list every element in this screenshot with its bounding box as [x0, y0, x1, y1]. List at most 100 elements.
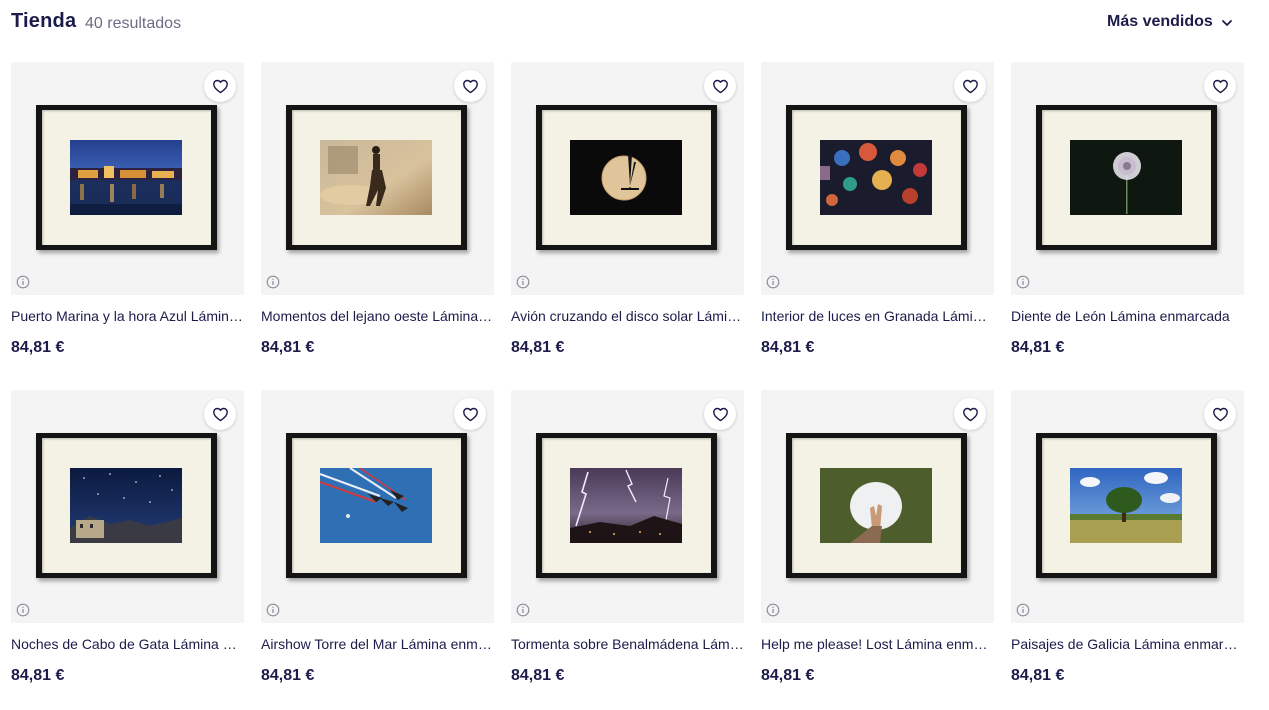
product-name[interactable]: Airshow Torre del Mar Lámina enmarcada — [261, 636, 494, 652]
favorite-button[interactable] — [1204, 70, 1236, 102]
product-price: 84,81 € — [1011, 339, 1065, 356]
favorite-button[interactable] — [454, 398, 486, 430]
product-card[interactable]: Diente de León Lámina enmarcada 84,81 € — [1011, 62, 1244, 390]
product-thumbnail[interactable] — [1011, 62, 1244, 295]
framed-print — [1036, 433, 1217, 578]
info-icon[interactable] — [766, 603, 780, 617]
product-price: 84,81 € — [261, 339, 315, 356]
info-icon[interactable] — [16, 603, 30, 617]
product-thumbnail[interactable] — [11, 390, 244, 623]
heart-icon — [212, 79, 228, 93]
print-mat — [1042, 438, 1211, 573]
product-photo — [820, 140, 932, 215]
framed-print — [286, 105, 467, 250]
product-name[interactable]: Interior de luces en Granada Lámina enma… — [761, 308, 994, 324]
favorite-button[interactable] — [1204, 398, 1236, 430]
product-name[interactable]: Diente de León Lámina enmarcada — [1011, 308, 1244, 324]
product-name[interactable]: Tormenta sobre Benalmádena Lámina enmarc… — [511, 636, 744, 652]
product-card[interactable]: Help me please! Lost Lámina enmarcada 84… — [761, 390, 994, 710]
product-card[interactable]: Airshow Torre del Mar Lámina enmarcada 8… — [261, 390, 494, 710]
sort-dropdown[interactable]: Más vendidos — [1107, 13, 1233, 31]
framed-print — [36, 105, 217, 250]
info-icon[interactable] — [266, 275, 280, 289]
heart-icon — [1212, 407, 1228, 421]
info-icon[interactable] — [516, 603, 530, 617]
heart-icon — [712, 407, 728, 421]
heart-icon — [462, 407, 478, 421]
print-mat — [292, 438, 461, 573]
product-price: 84,81 € — [11, 667, 65, 684]
framed-print — [36, 433, 217, 578]
product-price: 84,81 € — [511, 667, 565, 684]
favorite-button[interactable] — [704, 398, 736, 430]
print-mat — [42, 438, 211, 573]
info-icon[interactable] — [1016, 603, 1030, 617]
print-mat — [792, 110, 961, 245]
info-icon[interactable] — [16, 275, 30, 289]
page-title: Tienda — [11, 10, 77, 32]
favorite-button[interactable] — [704, 70, 736, 102]
product-thumbnail[interactable] — [261, 390, 494, 623]
product-price: 84,81 € — [761, 667, 815, 684]
print-mat — [542, 110, 711, 245]
heart-icon — [1212, 79, 1228, 93]
info-icon[interactable] — [516, 275, 530, 289]
product-photo — [320, 140, 432, 215]
product-price: 84,81 € — [761, 339, 815, 356]
print-mat — [1042, 110, 1211, 245]
info-icon[interactable] — [1016, 275, 1030, 289]
product-name[interactable]: Help me please! Lost Lámina enmarcada — [761, 636, 994, 652]
framed-print — [286, 433, 467, 578]
favorite-button[interactable] — [204, 70, 236, 102]
favorite-button[interactable] — [204, 398, 236, 430]
print-mat — [542, 438, 711, 573]
favorite-button[interactable] — [454, 70, 486, 102]
product-thumbnail[interactable] — [511, 390, 744, 623]
product-thumbnail[interactable] — [1011, 390, 1244, 623]
product-name[interactable]: Momentos del lejano oeste Lámina enmarca… — [261, 308, 494, 324]
product-thumbnail[interactable] — [11, 62, 244, 295]
print-mat — [792, 438, 961, 573]
product-grid: Puerto Marina y la hora Azul Lámina enma… — [11, 62, 1244, 710]
product-name[interactable]: Avión cruzando el disco solar Lámina enm… — [511, 308, 744, 324]
product-thumbnail[interactable] — [511, 62, 744, 295]
product-thumbnail[interactable] — [761, 62, 994, 295]
product-card[interactable]: Puerto Marina y la hora Azul Lámina enma… — [11, 62, 244, 390]
product-card[interactable]: Noches de Cabo de Gata Lámina enmarcada … — [11, 390, 244, 710]
heart-icon — [962, 407, 978, 421]
info-icon[interactable] — [266, 603, 280, 617]
heart-icon — [212, 407, 228, 421]
product-card[interactable]: Interior de luces en Granada Lámina enma… — [761, 62, 994, 390]
product-name[interactable]: Paisajes de Galicia Lámina enmarcada — [1011, 636, 1244, 652]
print-mat — [292, 110, 461, 245]
product-photo — [70, 140, 182, 215]
sort-label: Más vendidos — [1107, 13, 1213, 30]
product-card[interactable]: Paisajes de Galicia Lámina enmarcada 84,… — [1011, 390, 1244, 710]
favorite-button[interactable] — [954, 70, 986, 102]
favorite-button[interactable] — [954, 398, 986, 430]
heart-icon — [462, 79, 478, 93]
product-photo — [820, 468, 932, 543]
heart-icon — [712, 79, 728, 93]
heart-icon — [962, 79, 978, 93]
chevron-down-icon — [1221, 20, 1232, 26]
product-card[interactable]: Avión cruzando el disco solar Lámina enm… — [511, 62, 744, 390]
product-thumbnail[interactable] — [261, 62, 494, 295]
product-card[interactable]: Momentos del lejano oeste Lámina enmarca… — [261, 62, 494, 390]
product-price: 84,81 € — [511, 339, 565, 356]
framed-print — [786, 433, 967, 578]
product-price: 84,81 € — [11, 339, 65, 356]
product-card[interactable]: Tormenta sobre Benalmádena Lámina enmarc… — [511, 390, 744, 710]
product-name[interactable]: Puerto Marina y la hora Azul Lámina enma… — [11, 308, 244, 324]
product-name[interactable]: Noches de Cabo de Gata Lámina enmarcada — [11, 636, 244, 652]
result-count: 40 resultados — [85, 15, 182, 32]
product-price: 84,81 € — [261, 667, 315, 684]
product-photo — [1070, 140, 1182, 215]
print-mat — [42, 110, 211, 245]
product-photo — [320, 468, 432, 543]
shop-header: Tienda 40 resultados Más vendidos — [0, 0, 1269, 46]
product-photo — [1070, 468, 1182, 543]
product-thumbnail[interactable] — [761, 390, 994, 623]
info-icon[interactable] — [766, 275, 780, 289]
product-photo — [570, 468, 682, 543]
